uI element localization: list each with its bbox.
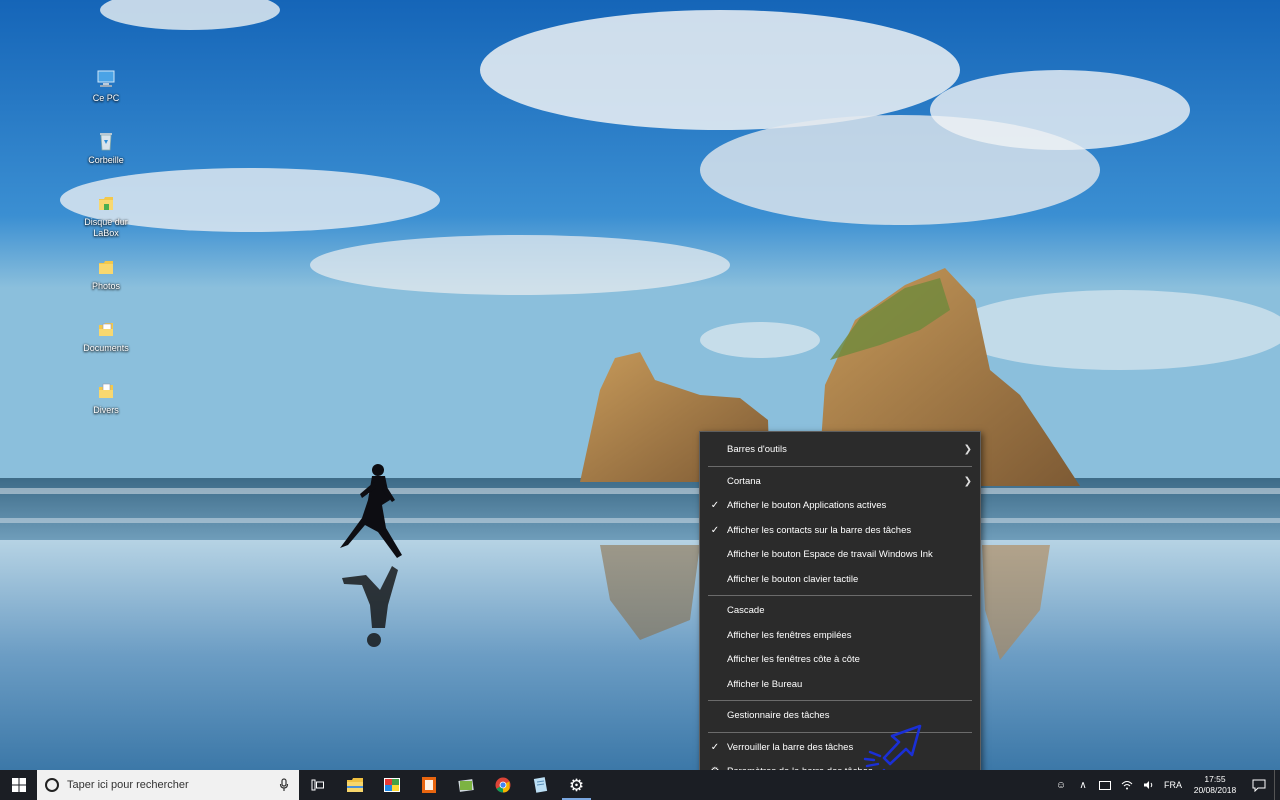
task-view-icon (311, 779, 324, 791)
settings-app-button[interactable]: ⚙ (558, 770, 595, 800)
start-button[interactable] (0, 770, 37, 800)
menu-item-label: Barres d'outils (727, 444, 787, 455)
wallpaper-scene (0, 0, 1280, 770)
taskbar[interactable]: Taper ici pour rechercher ⚙ ☺ ∧ FRA 17:5… (0, 770, 1280, 800)
folder-icon (99, 383, 113, 398)
menu-item-label: Afficher les fenêtres empilées (727, 629, 852, 641)
show-desktop-button[interactable] (1274, 770, 1280, 800)
paint-icon (383, 778, 400, 792)
menu-item-applications-actives[interactable]: ✓ Afficher le bouton Applications active… (700, 494, 980, 519)
menu-item-label: Afficher les fenêtres côte à côte (727, 654, 860, 665)
people-icon[interactable]: ☺ (1050, 770, 1072, 800)
system-tray: ☺ ∧ FRA 17:55 20/08/2018 (1050, 770, 1280, 800)
folder-icon (346, 778, 363, 792)
paint-app-button[interactable] (373, 770, 410, 800)
cortana-icon (45, 778, 59, 792)
desktop-icon-label: Corbeille (88, 155, 124, 165)
menu-item-cascade[interactable]: Cascade (700, 599, 980, 624)
menu-item-clavier-tactile[interactable]: Afficher le bouton clavier tactile (700, 568, 980, 593)
desktop-icon-label: Documents (83, 343, 129, 353)
input-language-indicator[interactable]: FRA (1160, 780, 1186, 790)
menu-separator (708, 465, 972, 467)
menu-item-gestionnaire-taches[interactable]: Gestionnaire des tâches (700, 704, 980, 729)
checkmark-icon: ✓ (710, 741, 720, 753)
menu-item-label: Cortana (727, 475, 761, 487)
office-app-button[interactable] (410, 770, 447, 800)
notepad-app-button[interactable] (521, 770, 558, 800)
menu-item-label: Afficher les contacts sur la barre des t… (727, 524, 912, 536)
desktop-icon-label: Disque dur LaBox (84, 217, 128, 238)
menu-item-windows-ink[interactable]: Afficher le bouton Espace de travail Win… (700, 543, 980, 568)
chevron-up-icon[interactable]: ∧ (1072, 770, 1094, 800)
menu-separator (708, 700, 972, 701)
menu-item-label: Afficher le bouton clavier tactile (727, 573, 859, 585)
computer-icon (97, 70, 115, 87)
menu-item-fenetres-cote-a-cote[interactable]: Afficher les fenêtres côte à côte (700, 648, 980, 673)
documents-folder-icon (99, 323, 113, 336)
chrome-button[interactable] (484, 770, 521, 800)
desktop-icon-ce-pc[interactable]: Ce PC (76, 68, 136, 104)
menu-item-label: Gestionnaire des tâches (727, 710, 830, 721)
chrome-icon (495, 777, 510, 793)
menu-separator (708, 731, 972, 733)
desktop-icon-label: Ce PC (92, 93, 120, 103)
clock-date: 20/08/2018 (1193, 785, 1237, 795)
system-clock[interactable]: 17:55 20/08/2018 (1186, 774, 1244, 796)
search-placeholder: Taper ici pour rechercher (67, 779, 189, 791)
chevron-right-icon: ❯ (963, 475, 972, 487)
chevron-right-icon: ❯ (963, 444, 972, 455)
notepad-icon (533, 777, 547, 793)
photos-icon (457, 779, 474, 792)
menu-item-cortana[interactable]: Cortana ❯ (700, 470, 980, 495)
taskbar-context-menu: Barres d'outils ❯ Cortana ❯ ✓ Afficher l… (699, 431, 981, 789)
microphone-icon[interactable] (279, 778, 289, 792)
gear-icon: ⚙ (568, 775, 585, 795)
windows-logo-icon (11, 778, 26, 792)
office-icon (421, 777, 436, 793)
checkmark-icon: ✓ (710, 500, 720, 511)
desktop-icon-corbeille[interactable]: Corbeille (76, 130, 136, 166)
search-input[interactable]: Taper ici pour rechercher (37, 770, 299, 800)
task-view-button[interactable] (299, 770, 336, 800)
menu-separator (708, 595, 972, 596)
folder-icon (99, 261, 113, 274)
photos-app-button[interactable] (447, 770, 484, 800)
menu-item-label: Afficher le bouton Espace de travail Win… (727, 549, 933, 560)
menu-item-afficher-bureau[interactable]: Afficher le Bureau (700, 673, 980, 698)
menu-item-label: Cascade (727, 605, 765, 616)
menu-item-label: Afficher le bouton Applications actives (727, 500, 887, 511)
desktop-icon-documents[interactable]: Documents (76, 318, 136, 354)
checkmark-icon: ✓ (710, 524, 720, 536)
desktop-icon-label: Divers (93, 405, 119, 415)
desktop-icon-photos[interactable]: Photos (76, 256, 136, 292)
desktop-icon-label: Photos (91, 281, 121, 291)
action-center-button[interactable] (1244, 770, 1274, 800)
menu-item-label: Verrouiller la barre des tâches (727, 741, 854, 753)
desktop-icon-disque-dur-labox[interactable]: Disque dur LaBox (76, 192, 136, 239)
volume-icon[interactable] (1138, 770, 1160, 800)
menu-item-barres-doutils[interactable]: Barres d'outils ❯ (700, 438, 980, 463)
network-icon[interactable] (1094, 770, 1116, 800)
menu-item-label: Afficher le Bureau (727, 678, 803, 690)
menu-item-contacts[interactable]: ✓ Afficher les contacts sur la barre des… (700, 519, 980, 544)
desktop-icon-divers[interactable]: Divers (76, 380, 136, 416)
menu-item-fenetres-empilees[interactable]: Afficher les fenêtres empilées (700, 624, 980, 649)
folder-icon (99, 197, 113, 210)
menu-item-verrouiller-barre[interactable]: ✓ Verrouiller la barre des tâches (700, 736, 980, 761)
notification-icon (1252, 779, 1266, 792)
wifi-icon[interactable] (1116, 770, 1138, 800)
desktop-wallpaper[interactable] (0, 0, 1280, 770)
recycle-bin-icon (100, 133, 112, 151)
file-explorer-button[interactable] (336, 770, 373, 800)
clock-time: 17:55 (1204, 774, 1226, 784)
